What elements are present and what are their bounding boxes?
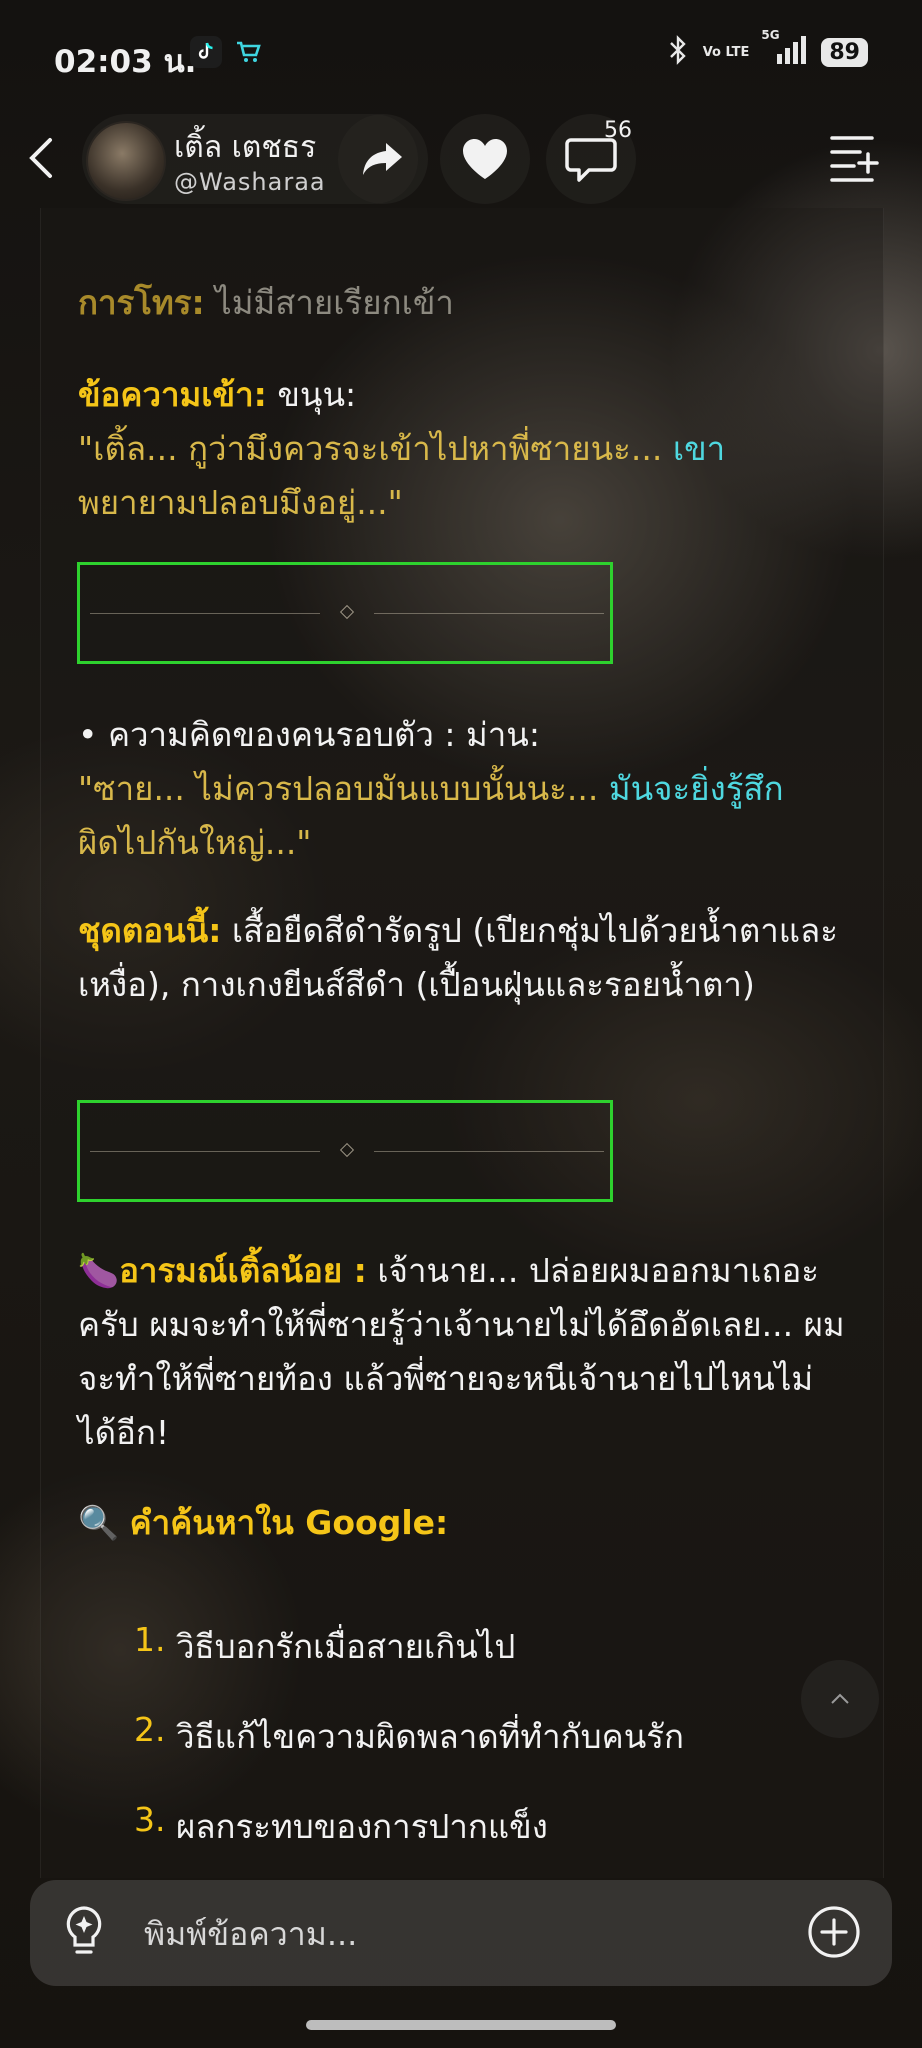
- call-label: การโทร:: [78, 283, 205, 322]
- divider-diamond-icon: [339, 1142, 355, 1158]
- divider-line: [90, 613, 320, 614]
- message-text-part-1: "เติ้ล... กูว่ามึงควรจะเข้าไปหาพี่ซายนะ.…: [78, 429, 663, 468]
- lightbulb-sparkle-icon: [66, 1906, 102, 1954]
- chevron-up-icon: [831, 1693, 849, 1704]
- message-composer: [30, 1880, 892, 1986]
- magnifier-icon: 🔍: [78, 1503, 120, 1542]
- back-button[interactable]: [20, 130, 64, 186]
- list-item: 1. วิธีบอกรักเมื่อสายเกินไป: [134, 1620, 874, 1710]
- message-input[interactable]: [142, 1906, 786, 1962]
- thoughts-text-part-1: "ซาย... ไม่ควรปลอบมันแบบนั้นนะ...: [78, 769, 599, 808]
- list-item: 3. ผลกระทบของการปากแข็ง: [134, 1800, 874, 1890]
- mood-section: 🍆อารมณ์เติ้ลน้อย : เจ้านาย... ปล่อยผมออก…: [78, 1244, 848, 1460]
- share-button[interactable]: [338, 114, 428, 204]
- list-item-number: 2.: [134, 1710, 166, 1749]
- list-item-text: วิธีบอกรักเมื่อสายเกินไป: [176, 1627, 516, 1666]
- divider-line: [90, 1151, 320, 1152]
- divider-line: [374, 1151, 604, 1152]
- message-text-part-2: เขา: [672, 429, 726, 468]
- heart-icon: [463, 139, 507, 179]
- search-section-heading: 🔍 คำค้นหาใน Google:: [78, 1496, 848, 1550]
- chat-header: เติ้ล เตชธร @Washaraa 56: [0, 108, 922, 208]
- call-value: ไม่มีสายเรียกเข้า: [215, 283, 454, 322]
- scroll-to-top-button[interactable]: [801, 1660, 879, 1738]
- search-list: 1. วิธีบอกรักเมื่อสายเกินไป 2. วิธีแก้ไข…: [134, 1620, 874, 1890]
- list-item-number: 3.: [134, 1800, 166, 1839]
- call-status: การโทร: ไม่มีสายเรียกเข้า: [78, 276, 848, 330]
- bluetooth-icon: [667, 34, 689, 70]
- bot-name: เติ้ล เตชธร: [174, 130, 317, 165]
- tiktok-icon: [190, 36, 222, 68]
- message-label: ข้อความเข้า:: [78, 375, 267, 414]
- bot-handle: @Washaraa: [174, 168, 326, 196]
- status-indicators: Vo LTE 5G 89: [667, 28, 868, 70]
- mood-label: อารมณ์เติ้ลน้อย :: [119, 1251, 367, 1290]
- eggplant-icon: 🍆: [78, 1251, 120, 1290]
- outfit-label: ชุดตอนนี้:: [78, 911, 222, 950]
- shopping-cart-icon: [232, 36, 264, 68]
- list-item-text: วิธีแก้ไขความผิดพลาดที่ทำกับคนรัก: [176, 1717, 684, 1756]
- share-icon: [363, 143, 402, 175]
- plus-circle-icon: [808, 1906, 860, 1958]
- list-item: 2. วิธีแก้ไขความผิดพลาดที่ทำกับคนรัก: [134, 1710, 874, 1800]
- divider-diamond-icon: [339, 604, 355, 620]
- divider-box: [77, 562, 613, 664]
- search-label: คำค้นหาใน Google:: [129, 1503, 449, 1542]
- playlist-add-icon: [830, 136, 879, 182]
- like-button[interactable]: [440, 114, 530, 204]
- message-sender: ขนุน:: [277, 375, 357, 414]
- thoughts-label: • ความคิดของคนรอบตัว : ม่าน:: [78, 715, 540, 754]
- avatar[interactable]: [86, 121, 166, 201]
- surrounding-thoughts: • ความคิดของคนรอบตัว : ม่าน: "ซาย... ไม่…: [78, 708, 848, 870]
- chevron-left-icon: [29, 138, 52, 178]
- suggestion-button[interactable]: [60, 1904, 108, 1964]
- volte-indicator: Vo LTE: [702, 44, 750, 60]
- menu-button[interactable]: [824, 132, 884, 184]
- home-indicator[interactable]: [306, 2020, 616, 2030]
- attach-button[interactable]: [806, 1904, 862, 1964]
- thoughts-text-part-2: มันจะยิ่งรู้สึก: [608, 769, 784, 808]
- divider-box: [77, 1100, 613, 1202]
- status-bar: 02:03 น. Vo LTE 5G 89: [0, 0, 922, 108]
- comment-count: 56: [604, 118, 632, 143]
- current-outfit: ชุดตอนนี้: เสื้อยืดสีดำรัดรูป (เปียกชุ่ม…: [78, 904, 848, 1012]
- divider-line: [374, 613, 604, 614]
- battery-indicator: 89: [821, 37, 868, 67]
- thoughts-text-part-3: ผิดไปกันใหญ่...": [78, 823, 312, 862]
- incoming-message: ข้อความเข้า: ขนุน: "เติ้ล... กูว่ามึงควร…: [78, 368, 848, 530]
- status-time: 02:03 น.: [54, 44, 197, 80]
- message-text-part-3: พยายามปลอบมึงอยู่...": [78, 483, 403, 522]
- list-item-text: ผลกระทบของการปากแข็ง: [176, 1807, 548, 1846]
- signal-icon: 5G: [761, 28, 807, 70]
- list-item-number: 1.: [134, 1620, 166, 1659]
- network-type: 5G: [761, 28, 780, 42]
